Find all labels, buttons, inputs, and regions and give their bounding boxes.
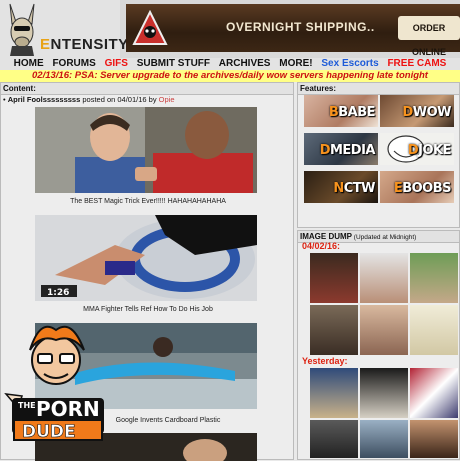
- feature-babe-label: BBABE: [328, 105, 376, 120]
- post-caption-2[interactable]: MMA Fighter Tells Ref How To Do His Job: [1, 306, 295, 313]
- post-caption-1[interactable]: The BEST Magic Trick Ever!!!!! HAHAHAHAH…: [1, 198, 295, 205]
- feature-boobs[interactable]: EBOOBS: [380, 171, 454, 203]
- svg-text:DUDE: DUDE: [22, 422, 76, 442]
- features-heading: Features:: [298, 83, 459, 95]
- site-header: ENTENSITY OVERNIGHT SHIPPING.. ORDER ONL…: [0, 0, 460, 58]
- feature-joke-label: DJOKE: [407, 143, 452, 158]
- dump-thumb[interactable]: [360, 305, 408, 355]
- donkey-mascot-icon: [9, 3, 35, 56]
- dump-thumb[interactable]: [410, 420, 458, 458]
- svg-text:PORN: PORN: [36, 397, 100, 421]
- porn-dude-watermark: THE PORN DUDE: [4, 325, 104, 442]
- dump-thumb[interactable]: [310, 420, 358, 458]
- features-panel: Features: BBABE DWOW DMEDIA DJOKE NCTW E…: [297, 82, 460, 228]
- svg-text:THE: THE: [18, 401, 36, 410]
- content-heading: Content:: [1, 83, 293, 95]
- psa-banner[interactable]: 02/13/16: PSA: Server upgrade to the arc…: [0, 70, 460, 82]
- dump-date-yesterday[interactable]: Yesterday:: [302, 356, 348, 366]
- dump-thumb[interactable]: [410, 305, 458, 355]
- nav-free-cams[interactable]: FREE CAMS: [387, 58, 446, 69]
- post-meta: posted on 04/01/16 by: [80, 95, 159, 104]
- feature-ctw[interactable]: NCTW: [304, 171, 378, 203]
- mma-photo: 1:26: [35, 215, 257, 301]
- post-header: • April Foolsssssssss posted on 04/01/16…: [3, 95, 175, 104]
- site-name: ENTENSITY: [40, 36, 129, 53]
- dump-thumb[interactable]: [410, 368, 458, 418]
- dump-thumb[interactable]: [310, 305, 358, 355]
- main-nav: HOME FORUMS GIFS SUBMIT STUFF ARCHIVES M…: [0, 58, 460, 70]
- banner-text: OVERNIGHT SHIPPING..: [226, 20, 375, 34]
- dump-thumb[interactable]: [310, 253, 358, 303]
- post-image-mma[interactable]: 1:26: [35, 215, 257, 301]
- magic-trick-photo: [35, 107, 257, 193]
- feature-wow-label: DWOW: [402, 105, 451, 120]
- feature-ctw-label: NCTW: [333, 181, 375, 196]
- dump-thumb[interactable]: [360, 420, 408, 458]
- site-logo[interactable]: ENTENSITY: [0, 0, 128, 58]
- dump-thumb[interactable]: [410, 253, 458, 303]
- dump-thumb[interactable]: [310, 368, 358, 418]
- nav-archives[interactable]: ARCHIVES: [219, 58, 271, 69]
- image-dump-panel: IMAGE DUMP (Updated at Midnight) 04/02/1…: [297, 230, 460, 460]
- order-online-button[interactable]: ORDER ONLINE: [398, 16, 460, 57]
- post-image-magic-trick[interactable]: [35, 107, 257, 193]
- nav-more[interactable]: MORE!: [279, 58, 312, 69]
- post-author[interactable]: Opie: [159, 95, 175, 104]
- dump-date-today[interactable]: 04/02/16:: [302, 241, 340, 251]
- dump-thumb[interactable]: [360, 368, 408, 418]
- post-title[interactable]: April Foolsssssssss: [8, 95, 81, 104]
- nav-home[interactable]: HOME: [14, 58, 44, 69]
- feature-boobs-label: EBOOBS: [393, 181, 452, 196]
- feature-media[interactable]: DMEDIA: [304, 133, 378, 165]
- skull-emblem-icon: [132, 10, 168, 45]
- nav-sex-escorts[interactable]: Sex Escorts: [321, 58, 378, 69]
- nav-submit-stuff[interactable]: SUBMIT STUFF: [137, 58, 210, 69]
- feature-joke[interactable]: DJOKE: [380, 133, 454, 165]
- ad-banner[interactable]: OVERNIGHT SHIPPING.. ORDER ONLINE: [126, 4, 460, 57]
- feature-media-label: DMEDIA: [319, 143, 376, 158]
- nav-forums[interactable]: FORUMS: [52, 58, 95, 69]
- fight-clock-label: 1:26: [47, 288, 69, 298]
- feature-babe[interactable]: BBABE: [304, 95, 378, 127]
- nav-gifs[interactable]: GIFS: [105, 58, 128, 69]
- feature-wow[interactable]: DWOW: [380, 95, 454, 127]
- dump-thumb[interactable]: [360, 253, 408, 303]
